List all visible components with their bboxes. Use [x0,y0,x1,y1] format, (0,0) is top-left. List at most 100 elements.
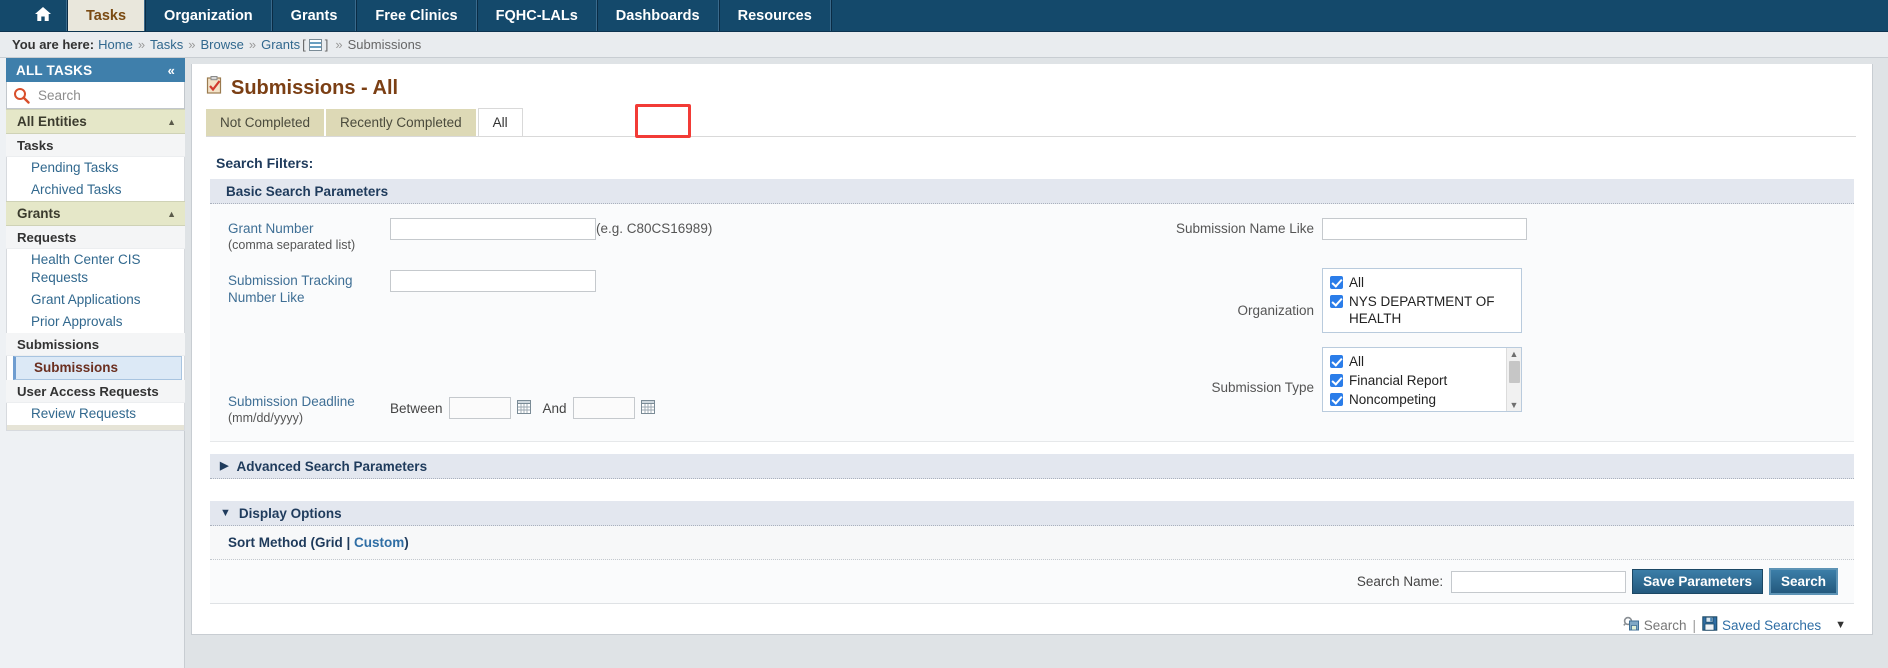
nav-item-free-clinics[interactable]: Free Clinics [356,0,477,31]
submission-type-option-financial-report[interactable]: Financial Report [1327,371,1505,390]
sort-method-grid: Grid [315,535,343,550]
tab-bar: Not Completed Recently Completed All [192,104,1872,138]
submission-name-like-input[interactable] [1322,218,1527,240]
saved-searches-label: Saved Searches [1722,617,1822,633]
submission-type-option-label: Continuations [1349,410,1432,411]
breadcrumb-current: Submissions [347,37,422,52]
sidebar-item-grant-applications[interactable]: Grant Applications [7,289,184,311]
sidebar: ALL TASKS « All Entities ▲ Tasks Pen [0,58,185,668]
sidebar-search-row [6,82,185,109]
grant-number-input[interactable] [390,218,596,240]
deadline-and-label: And [542,400,567,416]
sidebar-item-submissions[interactable]: Submissions [13,356,182,380]
sidebar-item-archived-tasks[interactable]: Archived Tasks [7,179,184,201]
sidebar-item-review-requests[interactable]: Review Requests [7,403,184,425]
breadcrumb-link-browse[interactable]: Browse [201,37,244,52]
submission-deadline-sublabel: (mm/dd/yyyy) [228,411,303,425]
submission-type-option-continuations[interactable]: Continuations [1327,409,1505,411]
checkbox-icon[interactable] [1330,374,1343,387]
submission-type-option-label: All [1349,354,1365,369]
advanced-search-parameters-header[interactable]: ▶ Advanced Search Parameters [210,454,1854,479]
nav-item-organization[interactable]: Organization [145,0,272,31]
submission-name-like-label: Submission Name Like [1175,221,1314,236]
sidebar-collapse-icon[interactable]: « [168,63,175,78]
sidebar-group-label: All Entities [17,114,87,129]
sidebar-footer-strip [6,425,185,431]
nav-item-label: Grants [290,7,338,24]
submission-deadline-field-cell: Between And [390,333,1122,419]
submission-tracking-number-like-input[interactable] [390,270,596,292]
sidebar-group-grants[interactable]: Grants ▲ [6,201,185,226]
sidebar-group-all-entities[interactable]: All Entities ▲ [6,109,185,134]
chevron-down-icon[interactable]: ▼ [1835,619,1846,631]
submission-deadline-to-input[interactable] [572,397,635,419]
submission-deadline-from-input[interactable] [448,397,511,419]
organization-label: Organization [1237,303,1314,318]
breadcrumb-bracket-open: [ [302,37,306,52]
search-button[interactable]: Search [1768,568,1838,595]
breadcrumb-link-grants[interactable]: Grants [261,37,300,52]
sidebar-search-input[interactable] [36,86,178,104]
nav-item-fqhc-lals[interactable]: FQHC-LALs [476,0,597,31]
nav-item-label: Free Clinics [375,7,458,24]
display-options-header[interactable]: ▼ Display Options [210,501,1854,526]
nav-item-label: Tasks [86,7,127,24]
checkbox-icon[interactable] [1330,295,1343,308]
submission-type-option-noncompeting[interactable]: Noncompeting [1327,390,1505,409]
scrollbar-thumb[interactable] [1509,361,1520,383]
calendar-icon[interactable] [516,399,531,417]
calendar-icon[interactable] [640,399,655,417]
scroll-down-icon[interactable]: ▼ [1510,399,1519,411]
search-footer-link[interactable]: Search [1622,616,1687,634]
nav-item-tasks[interactable]: Tasks [67,0,146,31]
search-name-label: Search Name: [1356,574,1444,589]
breadcrumb-link-tasks[interactable]: Tasks [150,37,183,52]
grant-number-hint: (e.g. C80CS16989) [596,221,713,236]
footer-divider: | [1692,617,1697,633]
submission-type-scrollbar[interactable]: ▲ ▼ [1506,348,1521,411]
submission-type-option-label: Financial Report [1349,373,1448,388]
submission-type-option-label: Noncompeting [1349,392,1437,407]
breadcrumb: You are here: Home » Tasks » Browse » Gr… [0,32,1888,58]
checkbox-icon[interactable] [1330,393,1343,406]
top-navigation-bar: Tasks Organization Grants Free Clinics F… [0,0,1888,32]
submission-tracking-number-like-label: Submission Tracking Number Like [228,273,353,305]
sidebar-item-prior-approvals[interactable]: Prior Approvals [7,311,184,333]
checkbox-icon[interactable] [1330,276,1343,289]
grid-icon[interactable] [308,38,322,51]
organization-option-all[interactable]: All [1327,273,1521,292]
nav-item-dashboards[interactable]: Dashboards [596,0,719,31]
search-footer-label: Search [1643,617,1687,633]
saved-searches-link[interactable]: Saved Searches [1702,616,1821,634]
submission-type-label: Submission Type [1211,380,1314,395]
main-content: Submissions - All Not Completed Recently… [185,58,1888,668]
submission-type-option-all[interactable]: All [1327,352,1505,371]
sidebar-header: ALL TASKS « [6,58,185,82]
page-title: Submissions - All [192,64,1872,108]
nav-filler [830,0,1888,31]
tab-all[interactable]: All [477,108,523,136]
search-name-input[interactable] [1451,570,1627,593]
submission-type-field-cell: All Financial Report Noncompeting ▲ ▼ [1322,333,1854,412]
tab-recently-completed[interactable]: Recently Completed [326,109,476,136]
sort-method-custom-link[interactable]: Custom [354,535,404,550]
search-filters-area: Search Filters: Basic Search Parameters … [192,137,1872,604]
breadcrumb-separator: » [248,37,257,52]
scroll-up-icon[interactable]: ▲ [1510,348,1519,360]
breadcrumb-link-home[interactable]: Home [98,37,133,52]
sidebar-subheader-submissions: Submissions [6,333,185,356]
tab-highlight-annotation [635,104,691,138]
sidebar-item-health-center-cis-requests[interactable]: Health Center CIS Requests [7,249,184,289]
tab-not-completed[interactable]: Not Completed [206,109,325,136]
sidebar-subheader-user-access-requests: User Access Requests [6,380,185,403]
nav-item-grants[interactable]: Grants [271,0,357,31]
sort-method-prefix: Sort Method ( [228,535,315,550]
sidebar-item-pending-tasks[interactable]: Pending Tasks [7,157,184,179]
page-title-text: Submissions - All [231,76,399,99]
organization-field-cell: All NYS DEPARTMENT OF HEALTH [1322,254,1854,333]
checkbox-icon[interactable] [1330,355,1343,368]
nav-item-resources[interactable]: Resources [718,0,831,31]
organization-option-nys-department-of-health[interactable]: NYS DEPARTMENT OF HEALTH [1327,292,1521,328]
save-parameters-button[interactable]: Save Parameters [1632,569,1763,594]
home-nav-button[interactable] [20,0,67,31]
